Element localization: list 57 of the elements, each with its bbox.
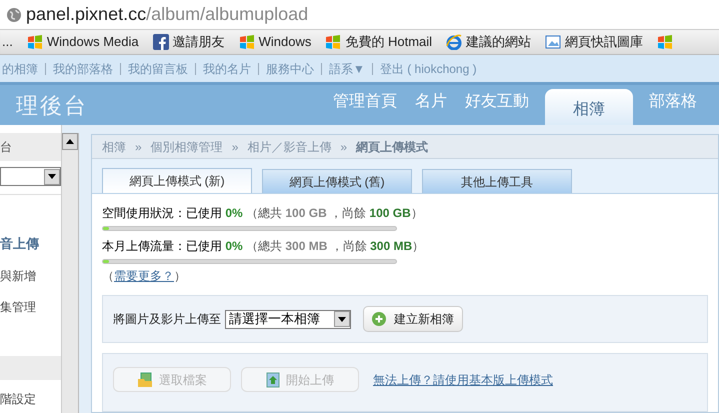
top-link[interactable]: 語系▼ [321,62,365,74]
bookmark-item[interactable]: Windows [238,32,312,52]
windows-logo-icon [238,34,255,50]
folder-picture-icon [137,372,153,388]
bookmark-item[interactable]: 建議的網站 [446,32,532,52]
plus-icon [372,312,386,326]
basic-upload-link[interactable]: 無法上傳？請使用基本版上傳模式 [373,371,553,389]
parenthesis: ） [174,268,186,285]
top-link[interactable]: 我的名片 [195,62,251,74]
windows-logo-icon [325,34,342,50]
bookmark-item[interactable]: ... [2,32,13,52]
breadcrumb-separator: » [232,138,238,156]
top-link[interactable]: 我的留言板 [120,62,188,74]
bookmark-item[interactable]: 網頁快訊圖庫 [545,32,644,52]
mode-tab[interactable]: 其他上傳工具 [422,169,572,193]
site-title: 理後台 [16,92,88,120]
windows-logo-icon [26,34,43,50]
globe-icon [6,6,22,22]
sidebar-item[interactable]: 音上傳 [0,234,61,254]
breadcrumb-item[interactable]: 網頁上傳模式 [356,138,428,156]
sidebar-heading: 台 [0,133,61,161]
scrollbar[interactable] [62,133,79,413]
top-link[interactable]: 的相簿 [2,62,38,74]
album-select[interactable]: 請選擇一本相簿 [225,310,351,328]
breadcrumb-item[interactable]: 相片／影音上傳 [247,138,332,156]
mode-tab[interactable]: 網頁上傳模式 (舊) [262,169,412,193]
nav-tab[interactable]: 相簿 [545,89,633,125]
sidebar-section-header [0,356,61,380]
breadcrumb-separator: » [340,138,348,156]
breadcrumb-item[interactable]: 個別相簿管理 [150,138,223,156]
gallery-icon [545,34,562,50]
facebook-logo-icon [152,34,169,50]
usage-text: 空間使用狀況：已使用 0% （總共 100 GB ，尚餘 100 GB） [102,205,424,222]
upload-to-label: 將圖片及影片上傳至 [113,311,221,328]
need-more-link[interactable]: 需要更多？ [114,267,174,285]
sidebar-item[interactable]: 階設定 [0,390,61,408]
address-field[interactable]: panel.pixnet.cc/album/albumupload [26,1,308,28]
parenthesis: （ [102,268,114,285]
bookmark-item[interactable]: 邀請朋友 [152,32,225,52]
bookmark-item[interactable]: 免費的 Hotmail [325,32,432,52]
bookmark-item[interactable] [657,34,674,50]
top-link[interactable]: 我的部落格 [45,62,113,74]
top-link[interactable]: 服務中心 [258,62,314,74]
sidebar-item[interactable]: 與新增 [0,266,61,284]
scroll-up-icon[interactable] [62,133,78,150]
top-link[interactable]: 登出 ( hiokchong ) [372,62,477,74]
create-album-button[interactable]: 建立新相簿 [363,306,463,332]
mode-tab[interactable]: 網頁上傳模式 (新) [102,168,252,193]
bookmark-item[interactable]: Windows Media [26,32,139,52]
upload-icon [266,372,280,388]
breadcrumb-separator: » [135,138,142,156]
breadcrumb-item[interactable]: 相簿 [102,138,126,156]
browser-e-icon [446,34,462,50]
sidebar-item[interactable]: 集管理 [0,298,61,316]
sidebar-select[interactable] [0,167,61,186]
windows-logo-icon [657,34,674,50]
usage-text: 本月上傳流量：已使用 0% （總共 300 MB ，尚餘 300 MB） [102,238,426,255]
